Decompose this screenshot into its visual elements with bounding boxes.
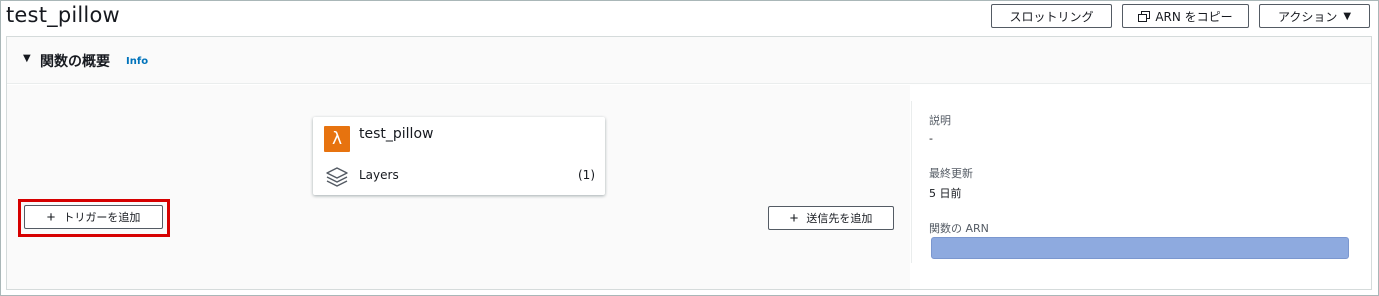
function-overview-panel: ▼ 関数の概要 Info λ test_pillow Layers (1) + … — [6, 36, 1372, 290]
page-title: test_pillow — [6, 3, 120, 27]
add-trigger-label: トリガーを追加 — [63, 212, 141, 224]
function-card[interactable]: λ test_pillow Layers (1) — [313, 117, 605, 195]
throttle-button-label: スロットリング — [1009, 9, 1094, 24]
description-value: - — [929, 132, 933, 145]
plus-icon: + — [46, 208, 56, 226]
actions-button[interactable]: アクション ▼ — [1259, 4, 1370, 28]
collapse-caret-icon[interactable]: ▼ — [23, 53, 31, 64]
add-destination-label: 送信先を追加 — [806, 213, 873, 225]
divider — [911, 101, 912, 263]
info-link[interactable]: Info — [126, 56, 148, 67]
last-modified-label: 最終更新 — [929, 167, 973, 180]
layers-link[interactable]: Layers — [359, 168, 399, 182]
actions-button-label: アクション — [1277, 9, 1338, 24]
caret-down-icon: ▼ — [1343, 10, 1352, 22]
layers-count: (1) — [578, 168, 595, 182]
function-arn-value-redacted — [931, 237, 1349, 259]
copy-icon — [1138, 11, 1151, 22]
copy-arn-button[interactable]: ARN をコピー — [1122, 4, 1249, 28]
description-label: 説明 — [929, 114, 951, 127]
copy-arn-button-label: ARN をコピー — [1155, 9, 1233, 24]
function-arn-label: 関数の ARN — [929, 222, 989, 235]
panel-header[interactable]: ▼ 関数の概要 Info — [7, 37, 1371, 84]
add-trigger-button[interactable]: + トリガーを追加 — [24, 205, 163, 229]
panel-title: 関数の概要 — [40, 54, 110, 70]
lambda-icon: λ — [324, 126, 350, 152]
add-destination-button[interactable]: + 送信先を追加 — [768, 206, 894, 230]
layers-icon — [326, 167, 348, 187]
plus-icon: + — [789, 209, 799, 227]
function-card-name: test_pillow — [359, 126, 434, 142]
throttle-button[interactable]: スロットリング — [991, 4, 1112, 28]
last-modified-value: 5 日前 — [929, 187, 962, 200]
